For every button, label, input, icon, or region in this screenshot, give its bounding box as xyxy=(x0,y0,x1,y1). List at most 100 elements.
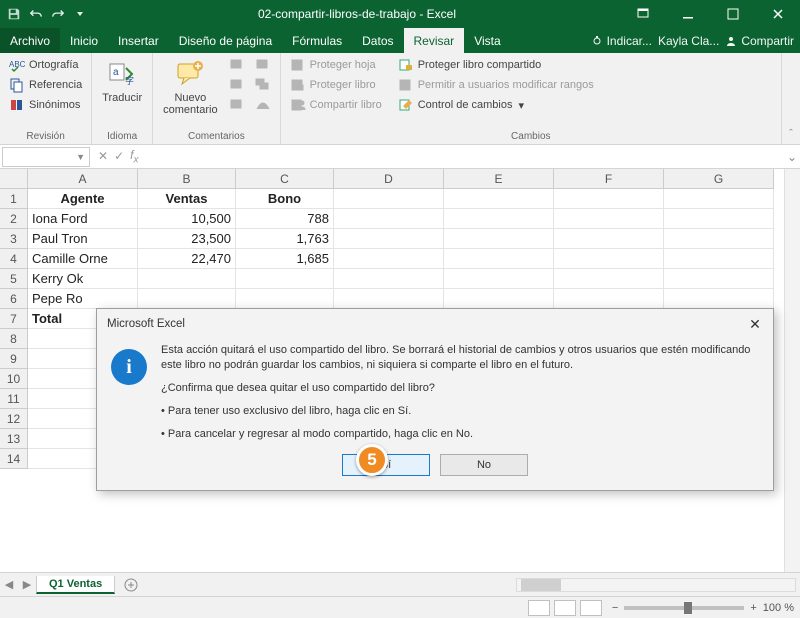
horizontal-scrollbar[interactable] xyxy=(143,578,800,592)
dialog-close-icon[interactable]: ✕ xyxy=(745,314,765,334)
cell[interactable]: Camille Orne xyxy=(28,249,138,269)
tell-me[interactable]: Indicar... xyxy=(591,34,652,48)
column-header[interactable]: D xyxy=(334,169,444,189)
cell[interactable] xyxy=(444,249,554,269)
undo-icon[interactable] xyxy=(28,6,44,22)
tab-pagelayout[interactable]: Diseño de página xyxy=(169,28,282,53)
tab-formulas[interactable]: Fórmulas xyxy=(282,28,352,53)
view-pagebreak-icon[interactable] xyxy=(580,600,602,616)
tab-review[interactable]: Revisar xyxy=(404,28,465,53)
cell[interactable] xyxy=(664,229,774,249)
cell[interactable]: Pepe Ro xyxy=(28,289,138,309)
cell[interactable] xyxy=(554,289,664,309)
row-header[interactable]: 1 xyxy=(0,189,28,209)
cell[interactable]: 10,500 xyxy=(138,209,236,229)
row-header[interactable]: 3 xyxy=(0,229,28,249)
zoom-out-button[interactable]: − xyxy=(612,602,618,614)
user-name[interactable]: Kayla Cla... xyxy=(658,34,719,48)
column-header[interactable]: B xyxy=(138,169,236,189)
cell[interactable]: 1,763 xyxy=(236,229,334,249)
cell[interactable]: Iona Ford xyxy=(28,209,138,229)
no-button[interactable]: No xyxy=(440,454,528,476)
row-header[interactable]: 9 xyxy=(0,349,28,369)
cell[interactable] xyxy=(444,189,554,209)
column-header[interactable]: E xyxy=(444,169,554,189)
cell[interactable] xyxy=(236,289,334,309)
redo-icon[interactable] xyxy=(50,6,66,22)
tab-insert[interactable]: Insertar xyxy=(108,28,169,53)
name-box[interactable]: ▼ xyxy=(2,147,90,167)
cell[interactable] xyxy=(334,229,444,249)
zoom-slider[interactable] xyxy=(624,606,744,610)
cell[interactable] xyxy=(444,209,554,229)
cell[interactable] xyxy=(444,289,554,309)
cell[interactable] xyxy=(554,229,664,249)
vertical-scrollbar[interactable] xyxy=(784,169,800,572)
cell[interactable] xyxy=(554,269,664,289)
cell[interactable]: Bono xyxy=(236,189,334,209)
row-header[interactable]: 7 xyxy=(0,309,28,329)
new-sheet-button[interactable] xyxy=(119,576,143,594)
zoom-in-button[interactable]: + xyxy=(750,602,756,614)
cell[interactable]: 22,470 xyxy=(138,249,236,269)
spelling-button[interactable]: ABCOrtografía xyxy=(6,56,85,74)
translate-button[interactable]: a字 Traducir xyxy=(98,56,146,106)
column-header[interactable]: A xyxy=(28,169,138,189)
qat-dropdown-icon[interactable] xyxy=(72,6,88,22)
cell[interactable] xyxy=(444,229,554,249)
cell[interactable] xyxy=(334,249,444,269)
cell[interactable]: 1,685 xyxy=(236,249,334,269)
cell[interactable] xyxy=(138,269,236,289)
research-button[interactable]: Referencia xyxy=(6,76,85,94)
cell[interactable] xyxy=(554,249,664,269)
select-all-button[interactable] xyxy=(0,169,28,189)
cell[interactable] xyxy=(664,249,774,269)
ribbon-options-icon[interactable] xyxy=(620,0,665,28)
cell[interactable]: Agente xyxy=(28,189,138,209)
sheet-nav-next-icon[interactable]: ▶ xyxy=(18,578,36,591)
tab-file[interactable]: Archivo xyxy=(0,28,60,53)
cell[interactable]: Paul Tron xyxy=(28,229,138,249)
close-icon[interactable] xyxy=(755,0,800,28)
save-icon[interactable] xyxy=(6,6,22,22)
row-header[interactable]: 14 xyxy=(0,449,28,469)
tab-home[interactable]: Inicio xyxy=(60,28,108,53)
cell[interactable] xyxy=(664,289,774,309)
row-header[interactable]: 13 xyxy=(0,429,28,449)
row-header[interactable]: 5 xyxy=(0,269,28,289)
view-normal-icon[interactable] xyxy=(528,600,550,616)
cell[interactable] xyxy=(236,269,334,289)
cell[interactable] xyxy=(664,269,774,289)
thesaurus-button[interactable]: Sinónimos xyxy=(6,96,85,114)
tab-view[interactable]: Vista xyxy=(464,28,510,53)
view-pagelayout-icon[interactable] xyxy=(554,600,576,616)
row-header[interactable]: 12 xyxy=(0,409,28,429)
row-header[interactable]: 4 xyxy=(0,249,28,269)
cell[interactable] xyxy=(444,269,554,289)
column-header[interactable]: C xyxy=(236,169,334,189)
track-changes-button[interactable]: Control de cambios▾ xyxy=(395,96,597,114)
row-header[interactable]: 2 xyxy=(0,209,28,229)
row-header[interactable]: 10 xyxy=(0,369,28,389)
cell[interactable] xyxy=(334,269,444,289)
row-header[interactable]: 11 xyxy=(0,389,28,409)
cell[interactable]: Kerry Ok xyxy=(28,269,138,289)
maximize-icon[interactable] xyxy=(710,0,755,28)
sheet-tab[interactable]: Q1 Ventas xyxy=(36,576,115,594)
row-header[interactable]: 8 xyxy=(0,329,28,349)
minimize-icon[interactable] xyxy=(665,0,710,28)
cell[interactable] xyxy=(664,189,774,209)
column-header[interactable]: G xyxy=(664,169,774,189)
fx-icon[interactable]: fx xyxy=(130,148,138,165)
expand-formula-icon[interactable]: ⌄ xyxy=(784,150,800,164)
cell[interactable]: 788 xyxy=(236,209,334,229)
cell[interactable] xyxy=(664,209,774,229)
cell[interactable]: Ventas xyxy=(138,189,236,209)
cancel-formula-icon[interactable]: ✕ xyxy=(98,149,108,163)
chevron-down-icon[interactable]: ▼ xyxy=(76,152,85,162)
new-comment-button[interactable]: Nuevo comentario xyxy=(159,56,221,118)
share-workbook-button[interactable]: Compartir libro xyxy=(287,96,385,114)
column-header[interactable]: F xyxy=(554,169,664,189)
cell[interactable] xyxy=(554,209,664,229)
tab-data[interactable]: Datos xyxy=(352,28,403,53)
